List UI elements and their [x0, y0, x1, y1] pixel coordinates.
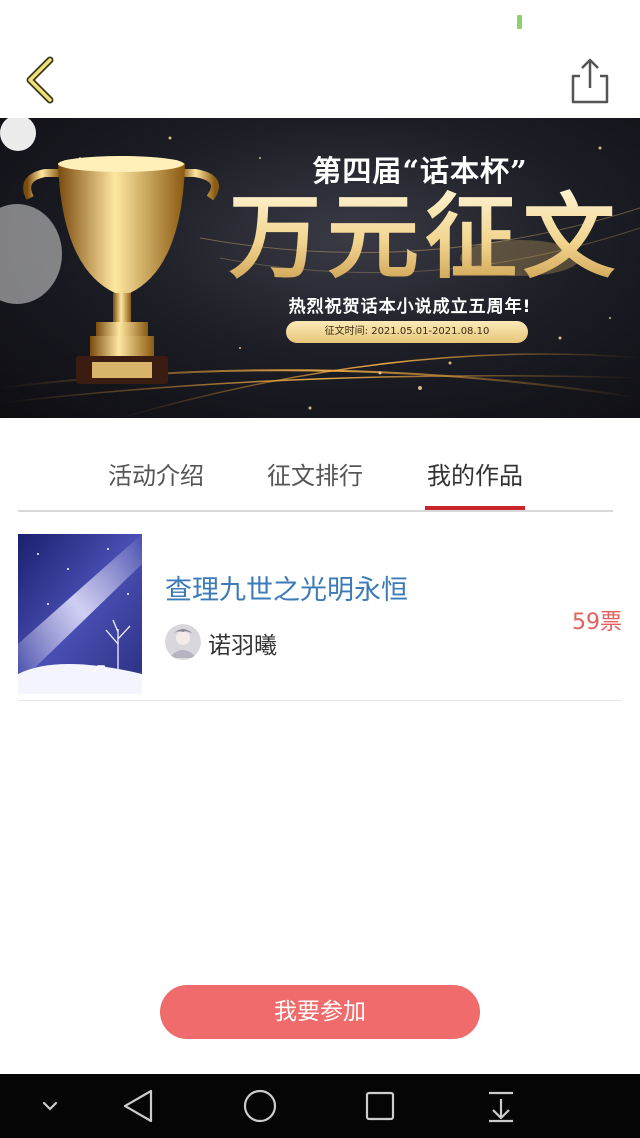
tab-my-works[interactable]: 我的作品 [425, 456, 525, 496]
recents-square-icon [365, 1091, 395, 1121]
tab-activity-intro[interactable]: 活动介绍 [106, 456, 206, 496]
join-button[interactable]: 我要参加 [160, 985, 480, 1039]
banner-tagline: 热烈祝贺话本小说成立五周年! [288, 297, 532, 317]
chevron-down-icon [42, 1101, 58, 1111]
nav-home-button[interactable] [238, 1086, 282, 1126]
banner-title: 万元征文 [210, 182, 640, 292]
active-tab-indicator [425, 506, 525, 510]
tab-ranking[interactable]: 征文排行 [265, 456, 365, 496]
system-nav-bar [0, 1074, 640, 1138]
share-icon [571, 58, 609, 104]
work-list-item[interactable]: 查理九世之光明永恒 诺羽曦 59票 [18, 534, 622, 701]
nav-recents-button[interactable] [358, 1086, 402, 1126]
page: 第四届“话本杯” 万元征文 热烈祝贺话本小说成立五周年! 征文时间: 2021.… [0, 0, 640, 1138]
status-bar [0, 0, 640, 40]
nav-back-button[interactable] [117, 1086, 161, 1126]
chevron-left-icon [26, 56, 54, 104]
home-circle-icon [243, 1089, 277, 1123]
banner-date: 征文时间: 2021.05.01-2021.08.10 [286, 321, 528, 343]
back-button[interactable] [18, 54, 68, 106]
nav-download-button[interactable] [479, 1086, 523, 1126]
vote-count: 59票 [572, 610, 622, 635]
download-icon [489, 1091, 513, 1123]
status-indicator [517, 15, 522, 29]
header [0, 40, 640, 118]
contest-banner[interactable]: 第四届“话本杯” 万元征文 热烈祝贺话本小说成立五周年! 征文时间: 2021.… [0, 118, 640, 418]
floating-assist-dot[interactable] [0, 115, 36, 151]
book-cover [18, 534, 142, 694]
work-title[interactable]: 查理九世之光明永恒 [165, 568, 408, 607]
author-name: 诺羽曦 [208, 633, 277, 659]
tab-bar: 活动介绍 征文排行 我的作品 [18, 418, 613, 512]
back-triangle-icon [123, 1089, 153, 1123]
share-button[interactable] [560, 54, 620, 106]
nav-collapse-button[interactable] [28, 1086, 72, 1126]
author-avatar [165, 624, 201, 660]
